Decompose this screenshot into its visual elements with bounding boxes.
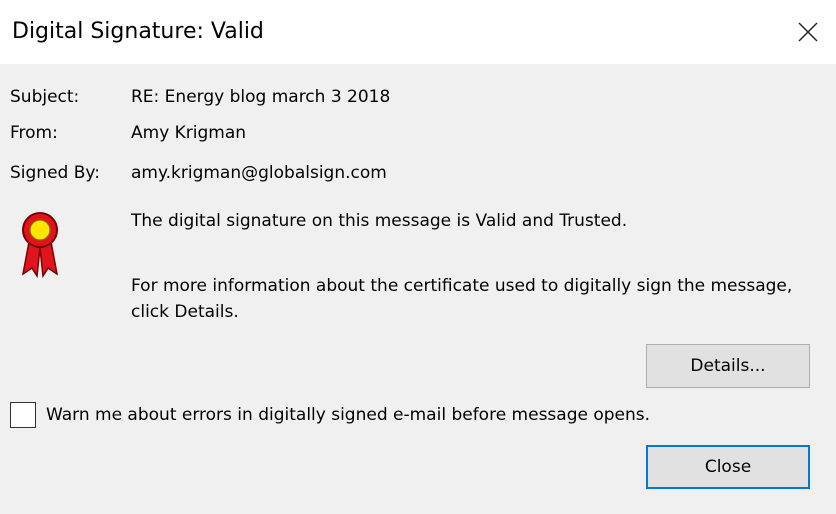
subject-label: Subject: xyxy=(10,87,80,107)
from-label: From: xyxy=(10,123,58,143)
close-icon xyxy=(798,22,818,42)
warn-errors-checkbox[interactable] xyxy=(10,402,36,428)
title-bar: Digital Signature: Valid xyxy=(0,0,836,64)
details-info-message: For more information about the certifica… xyxy=(131,276,793,322)
close-window-button[interactable] xyxy=(780,0,836,64)
dialog-title: Digital Signature: Valid xyxy=(12,19,264,44)
subject-value: RE: Energy blog march 3 2018 xyxy=(131,87,391,107)
signed-by-label: Signed By: xyxy=(10,163,100,183)
warn-errors-label[interactable]: Warn me about errors in digitally signed… xyxy=(46,403,650,427)
close-button[interactable]: Close xyxy=(646,445,810,489)
signature-valid-message: The digital signature on this message is… xyxy=(131,211,628,231)
from-value: Amy Krigman xyxy=(131,123,247,143)
signed-by-value: amy.krigman@globalsign.com xyxy=(131,163,387,183)
details-button[interactable]: Details... xyxy=(646,344,810,388)
digital-signature-dialog: Digital Signature: Valid Subject: RE: En… xyxy=(0,0,836,514)
certificate-seal-icon xyxy=(20,208,60,280)
